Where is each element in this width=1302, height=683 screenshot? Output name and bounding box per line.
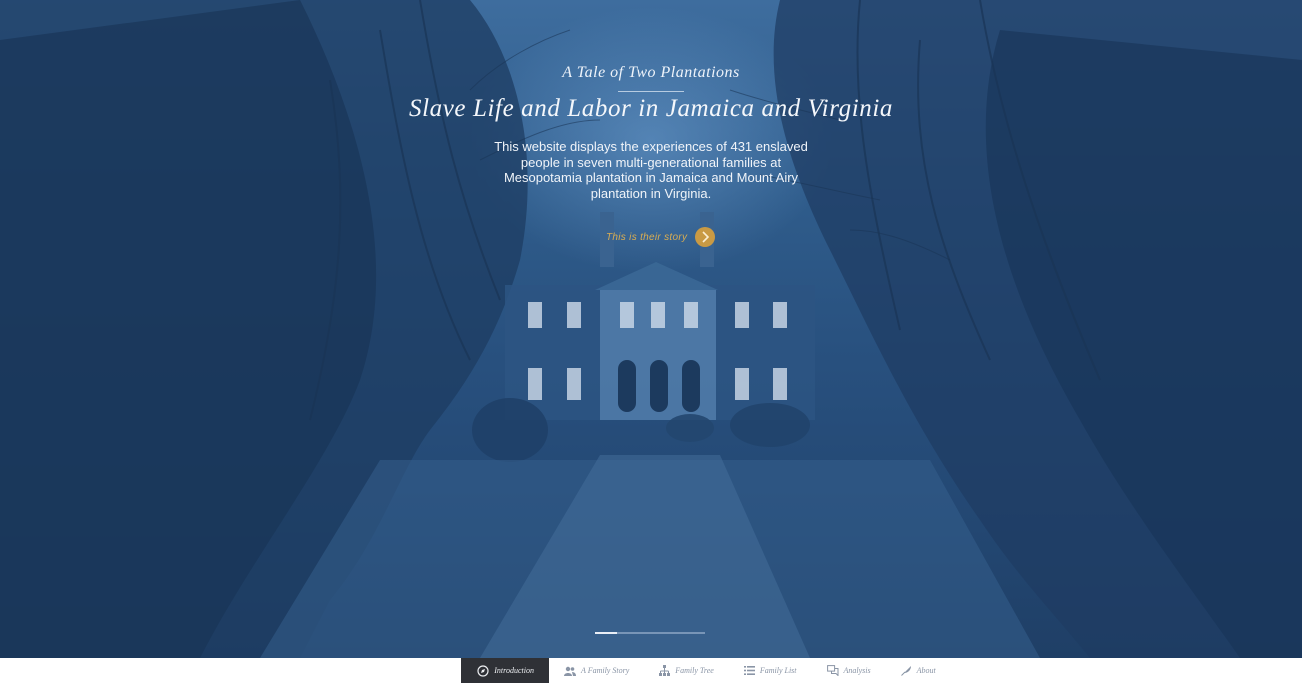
slide-dot[interactable] <box>661 632 683 634</box>
hero-background: A Tale of Two Plantations Slave Life and… <box>0 0 1302 658</box>
list-icon <box>743 666 755 675</box>
their-story-button[interactable]: This is their story <box>606 226 716 248</box>
nav-family-tree-label: Family Tree <box>675 666 714 675</box>
slide-indicator <box>595 632 707 635</box>
nav-analysis[interactable]: Analysis <box>812 658 886 683</box>
slide-dot[interactable] <box>683 632 705 634</box>
nav-family-list[interactable]: Family List <box>729 658 812 683</box>
intro-text: This website displays the experiences of… <box>494 139 808 201</box>
slide-dot[interactable] <box>617 632 639 634</box>
site-subtitle: A Tale of Two Plantations <box>562 64 740 81</box>
title-divider <box>618 91 684 92</box>
people-icon <box>563 666 576 676</box>
nav-analysis-label: Analysis <box>843 666 871 675</box>
slide-dot[interactable] <box>595 632 617 634</box>
bottom-nav: Introduction A Family Story Family Tree … <box>0 658 1302 683</box>
chevron-right-icon <box>695 227 716 247</box>
nav-introduction-label: Introduction <box>494 666 534 675</box>
site-title: Slave Life and Labor in Jamaica and Virg… <box>408 95 893 122</box>
feather-icon <box>900 666 911 676</box>
nav-introduction[interactable]: Introduction <box>461 658 549 683</box>
nav-family-story-label: A Family Story <box>580 666 630 675</box>
nav-family-story[interactable]: A Family Story <box>549 658 644 683</box>
tree-icon <box>659 665 671 676</box>
their-story-label: This is their story <box>606 231 688 243</box>
nav-about[interactable]: About <box>886 658 951 683</box>
compass-icon <box>477 664 489 677</box>
nav-family-list-label: Family List <box>759 666 797 675</box>
chat-icon <box>826 665 839 676</box>
nav-about-label: About <box>916 666 936 675</box>
slide-dot[interactable] <box>639 632 661 634</box>
nav-family-tree[interactable]: Family Tree <box>644 658 729 683</box>
